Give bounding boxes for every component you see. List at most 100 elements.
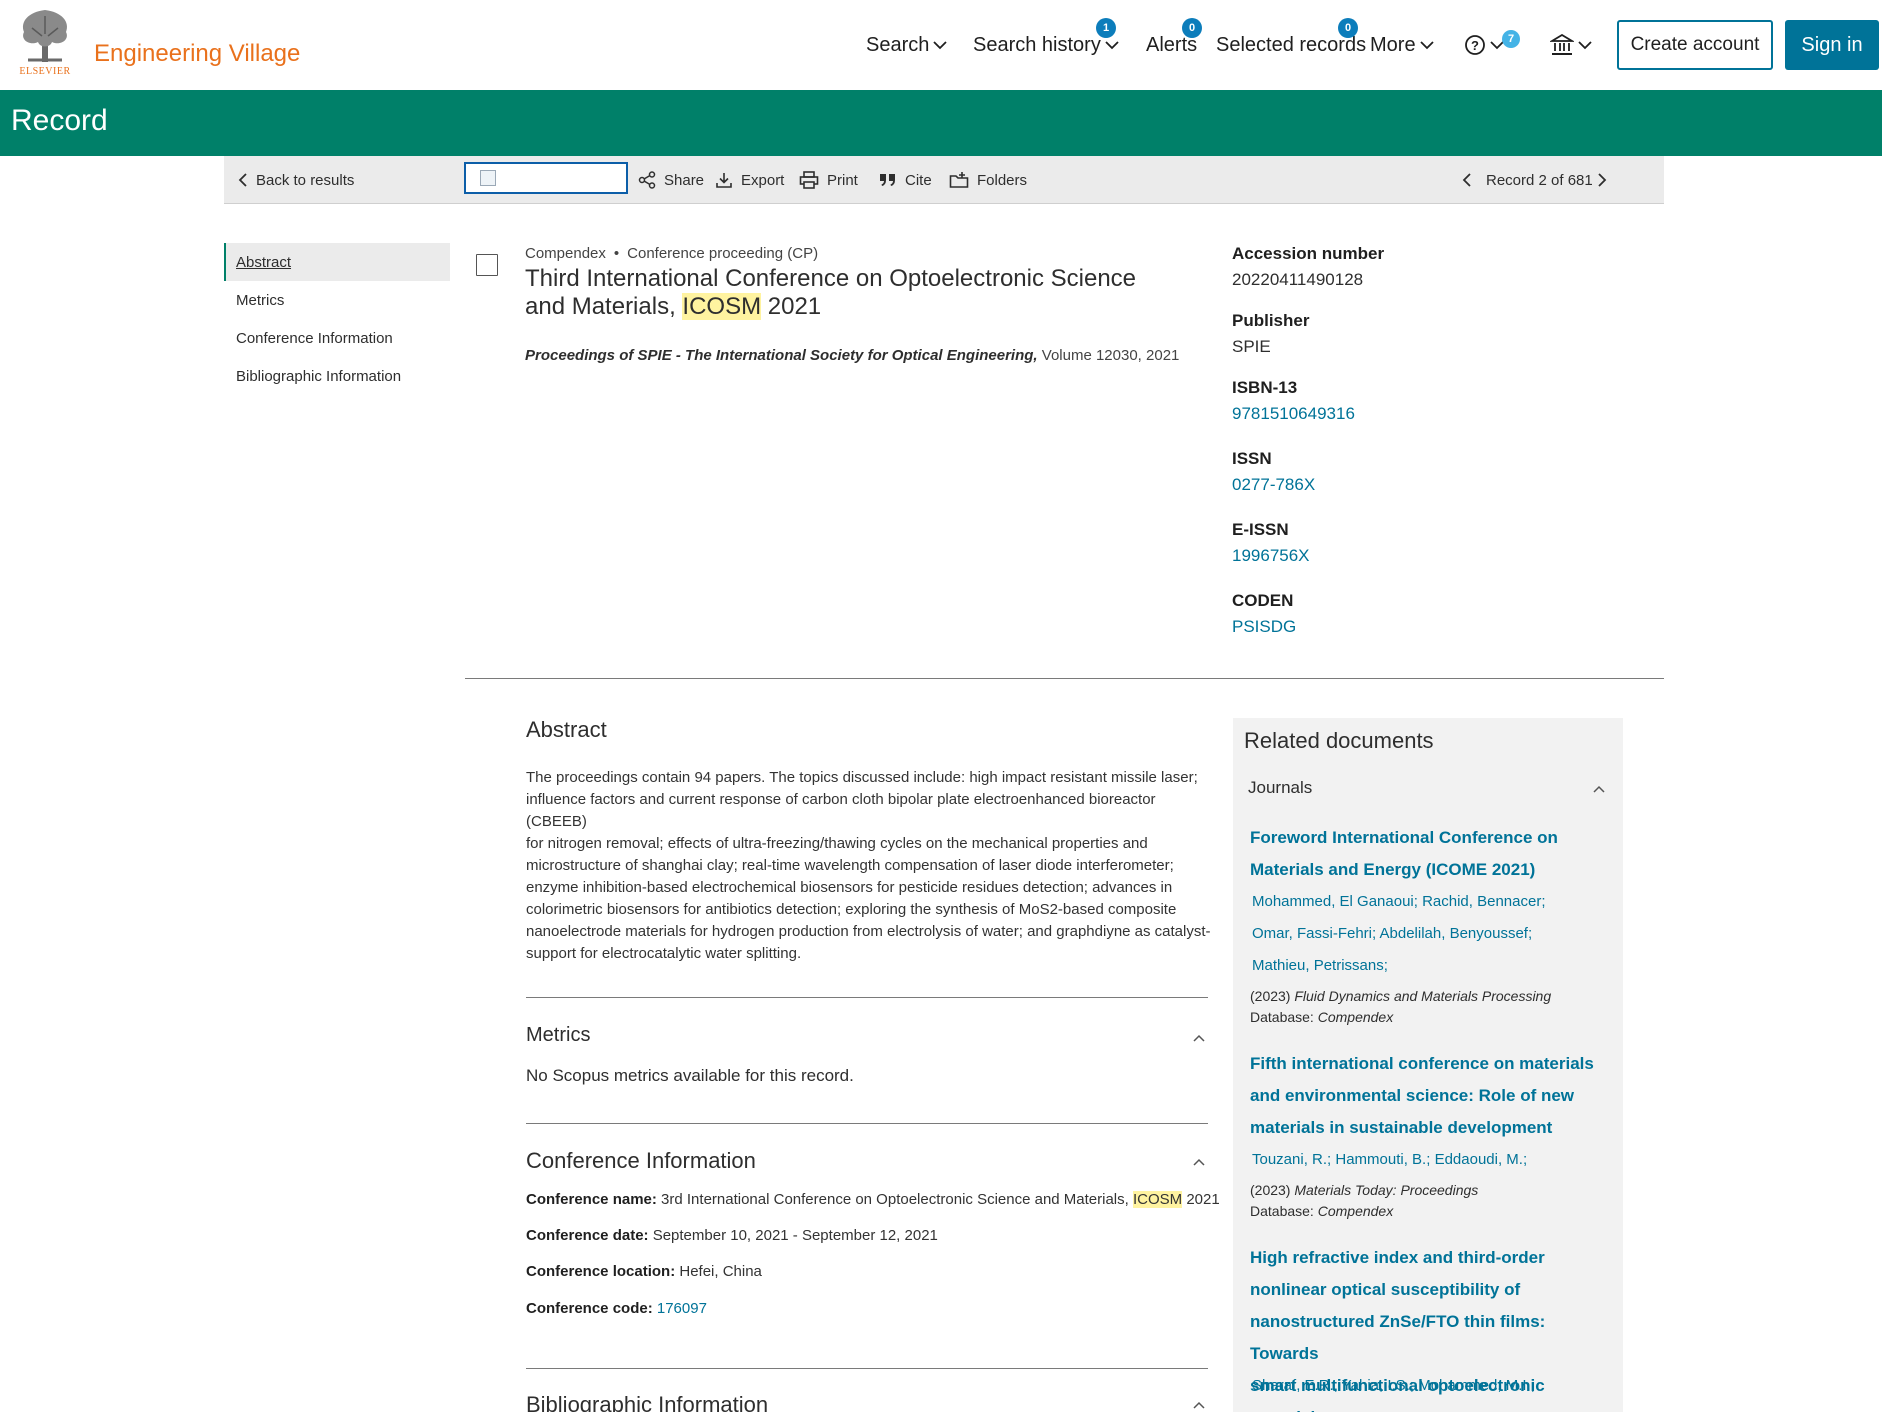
related-doc-title-link[interactable]: Fifth international conference on materi…	[1250, 1048, 1610, 1144]
chevron-up-icon[interactable]	[1192, 1033, 1206, 1043]
chevron-up-icon[interactable]	[1192, 1157, 1206, 1167]
nav-help[interactable]: ?	[1464, 30, 1504, 60]
abstract-line: enzyme inhibition-based electrochemical …	[526, 879, 1173, 896]
related-doc-author-link[interactable]: Mathieu, Petrissans;	[1252, 950, 1602, 982]
bibliographic-heading[interactable]: Bibliographic Information	[526, 1392, 768, 1412]
download-icon	[716, 173, 732, 188]
elsevier-logo[interactable]: ELSEVIER	[14, 8, 76, 77]
eissn-link[interactable]: 1996756X	[1232, 544, 1632, 572]
conference-name-value: 3rd International Conference on Optoelec…	[656, 1191, 1133, 1208]
next-record-button[interactable]	[1597, 156, 1607, 204]
related-doc-year: (2023)	[1250, 1182, 1291, 1198]
related-doc-db: Compendex	[1317, 1009, 1394, 1025]
folders-button[interactable]: Folders	[949, 156, 1027, 204]
brand-name[interactable]: Engineering Village	[94, 40, 300, 68]
related-doc-title-line: and environmental science: Role of new	[1250, 1086, 1575, 1105]
institution-icon	[1550, 34, 1574, 55]
folders-label: Folders	[977, 171, 1028, 189]
related-doc-author-link[interactable]: Omar, Fassi-Fehri; Abdelilah, Benyoussef…	[1252, 918, 1602, 950]
fact-issn: ISSN 0277-786X	[1232, 449, 1632, 520]
back-to-results-link[interactable]: Back to results	[238, 156, 354, 204]
record-toolbar: Back to results Share Export Print Cite …	[224, 156, 1664, 204]
section-divider	[526, 997, 1208, 998]
related-doc-authors: Mohammed, El Ganaoui; Rachid, Bennacer; …	[1252, 886, 1602, 982]
abstract-line: nanoelectrode materials for hydrogen pro…	[526, 923, 1211, 940]
fact-value: SPIE	[1232, 337, 1271, 356]
section-divider	[526, 1123, 1208, 1124]
fact-label: ISSN	[1232, 449, 1272, 468]
export-button[interactable]: Export	[715, 156, 784, 204]
related-doc-title-line: Fifth international conference on materi…	[1250, 1054, 1594, 1073]
issn-link[interactable]: 0277-786X	[1232, 473, 1632, 501]
metrics-heading[interactable]: Metrics	[526, 1024, 590, 1047]
section-nav-conference-info[interactable]: Conference Information	[224, 319, 450, 357]
record-position: Record 2 of 681	[1486, 156, 1593, 204]
isbn-link[interactable]: 9781510649316	[1232, 402, 1632, 430]
record-title-year: 2021	[761, 293, 822, 320]
full-text-link-image[interactable]	[464, 162, 628, 194]
conference-date-value: September 10, 2021 - September 12, 2021	[648, 1227, 938, 1244]
top-header: ELSEVIER Engineering Village Search Sear…	[0, 0, 1882, 90]
fact-accession-number: Accession number 20220411490128	[1232, 244, 1632, 311]
fact-eissn: E-ISSN 1996756X	[1232, 520, 1632, 591]
elsevier-tree-icon	[22, 10, 68, 62]
abstract-line: support for electrocatalytic water split…	[526, 945, 802, 962]
related-doc-year: (2023)	[1250, 988, 1291, 1004]
related-doc-title-line: nanostructured ZnSe/FTO thin films: Towa…	[1250, 1312, 1546, 1363]
search-history-badge: 1	[1096, 18, 1116, 38]
conference-name-label: Conference name:	[526, 1191, 657, 1208]
nav-more[interactable]: More	[1370, 30, 1434, 60]
conference-heading[interactable]: Conference Information	[526, 1148, 756, 1174]
related-doc-author-link[interactable]: Touzani, R.; Hammouti, B.; Eddaoudi, M.;	[1252, 1144, 1602, 1176]
select-record-checkbox[interactable]	[476, 254, 498, 276]
help-badge: 7	[1502, 30, 1520, 48]
record-source: Proceedings of SPIE - The International …	[525, 347, 1179, 364]
quote-icon	[880, 174, 895, 186]
chevron-up-icon[interactable]	[1192, 1400, 1206, 1410]
fact-publisher: Publisher SPIE	[1232, 311, 1632, 378]
coden-link[interactable]: PSISDG	[1232, 615, 1632, 643]
related-doc-author-link[interactable]: Sharaf, E.R.; Yahia, I.S.; Mohammed, M.I…	[1252, 1370, 1602, 1402]
conference-code-link[interactable]: 176097	[657, 1300, 707, 1317]
related-doc-database: Database: Compendex	[1250, 1009, 1393, 1025]
conference-name-year: 2021	[1182, 1191, 1220, 1208]
conference-name-highlight: ICOSM	[1132, 1191, 1183, 1208]
abstract-heading: Abstract	[526, 717, 607, 742]
nav-search-history-label: Search history	[973, 33, 1101, 56]
cite-button[interactable]: Cite	[879, 156, 932, 204]
chevron-right-icon	[1598, 173, 1607, 187]
share-button[interactable]: Share	[638, 156, 704, 204]
conference-name-row: Conference name: 3rd International Confe…	[526, 1191, 1220, 1208]
related-doc-db-label: Database:	[1250, 1009, 1314, 1025]
nav-search-history[interactable]: Search history	[973, 30, 1119, 60]
section-nav-metrics[interactable]: Metrics	[224, 281, 450, 319]
print-button[interactable]: Print	[799, 156, 858, 204]
sign-in-button[interactable]: Sign in	[1785, 20, 1879, 70]
record-title-text: Third International Conference on Optoel…	[525, 265, 1137, 320]
nav-search[interactable]: Search	[866, 30, 948, 60]
related-journals-toggle[interactable]: Journals	[1248, 778, 1312, 798]
nav-institution[interactable]	[1550, 30, 1592, 60]
record-title: Third International Conference on Optoel…	[525, 265, 1165, 321]
related-doc-author-link[interactable]: Mohammed, El Ganaoui; Rachid, Bennacer;	[1252, 886, 1602, 918]
broken-image-icon	[480, 170, 496, 186]
elsevier-wordmark: ELSEVIER	[19, 66, 71, 77]
section-nav-bibliographic-info[interactable]: Bibliographic Information	[224, 357, 450, 395]
chevron-up-icon[interactable]	[1592, 784, 1606, 794]
back-to-results-label: Back to results	[256, 171, 355, 189]
print-label: Print	[827, 171, 858, 189]
previous-record-button[interactable]	[1462, 156, 1472, 204]
related-doc-journal: Fluid Dynamics and Materials Processing	[1294, 988, 1552, 1004]
fact-value: 20220411490128	[1232, 270, 1364, 289]
create-account-button[interactable]: Create account	[1617, 20, 1773, 70]
related-doc-source: (2023) Fluid Dynamics and Materials Proc…	[1250, 988, 1551, 1004]
conference-location-value: Hefei, China	[675, 1263, 762, 1280]
abstract-line: for nitrogen removal; effects of ultra-f…	[526, 835, 1148, 852]
record-title-highlight: ICOSM	[682, 293, 762, 320]
related-doc-title-link[interactable]: Foreword International Conference on Mat…	[1250, 822, 1610, 886]
fact-label: CODEN	[1232, 591, 1294, 610]
section-nav-abstract[interactable]: Abstract	[224, 243, 450, 281]
related-doc-title-line: materials in sustainable development	[1250, 1118, 1553, 1137]
fact-coden: CODEN PSISDG	[1232, 591, 1632, 662]
folder-add-icon	[949, 172, 969, 188]
